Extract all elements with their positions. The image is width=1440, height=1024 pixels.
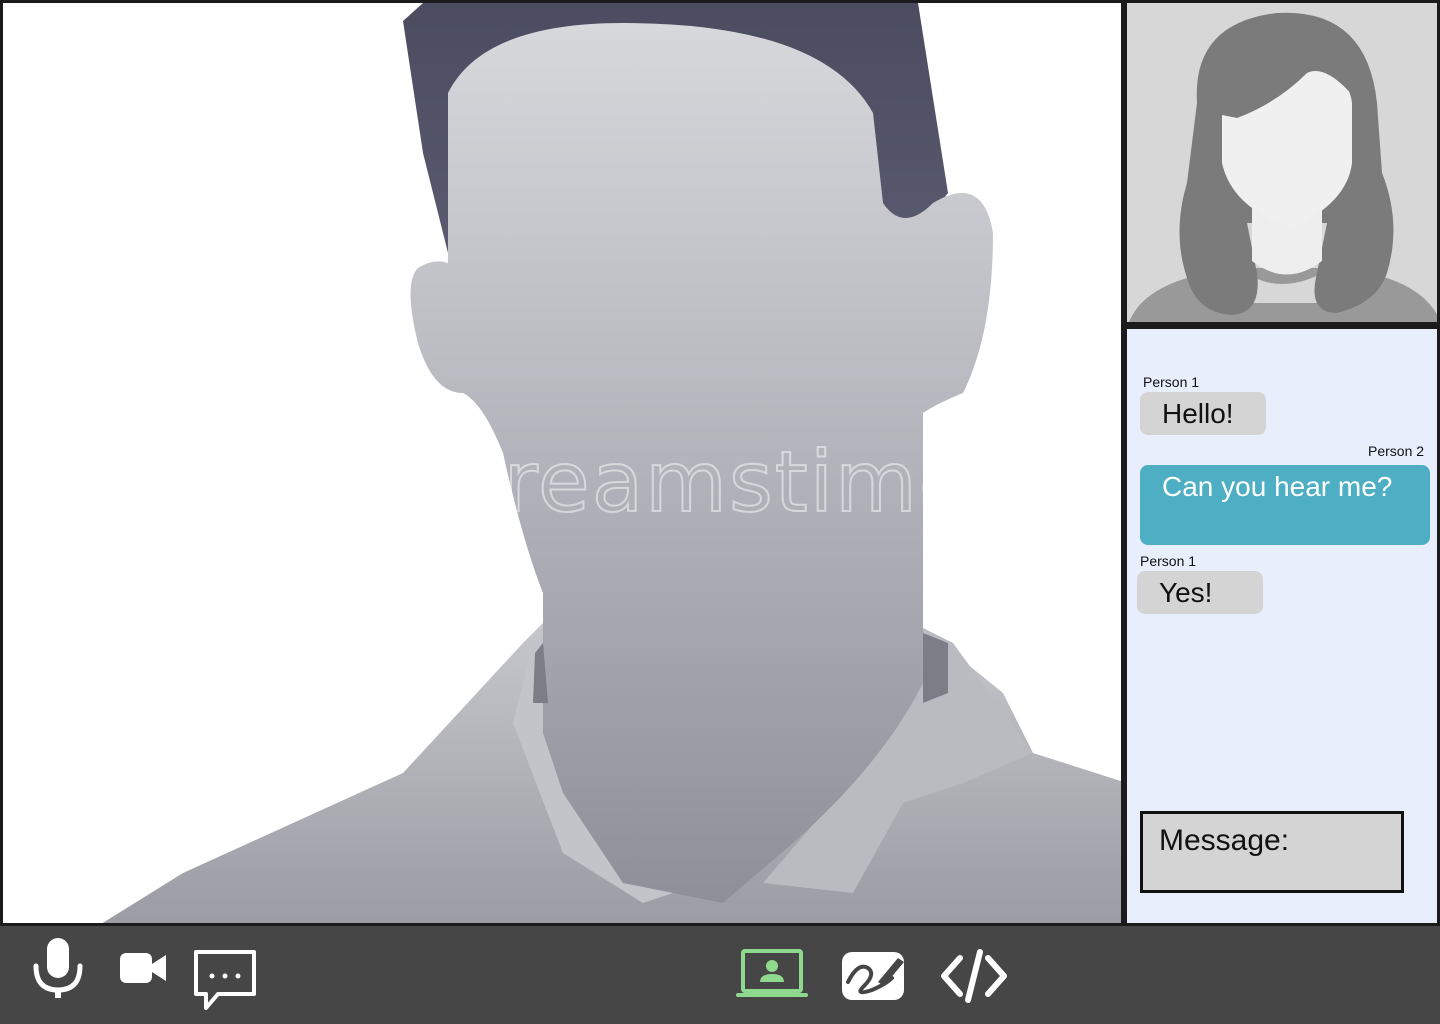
chat-message: Hello! [1140,392,1266,435]
female-avatar-silhouette [1127,12,1437,326]
message-sender: Person 2 [1368,443,1425,459]
screen-share-icon [736,949,808,997]
watermark-text: dreamstime [447,432,973,532]
chat-message: Yes! [1137,571,1263,614]
camera-button[interactable] [118,950,168,986]
code-editor-button[interactable] [940,948,1008,1004]
chat-message: Can you hear me? [1140,465,1430,545]
whiteboard-button[interactable] [840,948,906,1002]
microphone-icon [33,938,83,998]
pip-video-feed[interactable] [1124,0,1440,329]
microphone-button[interactable] [30,936,86,1002]
message-sender: Person 1 [1140,553,1197,569]
main-video-feed[interactable]: dreamstime [0,0,1124,926]
video-camera-icon [120,953,166,983]
message-sender: Person 1 [1143,374,1200,390]
chat-bubble-icon [194,950,256,1010]
code-icon [941,949,1007,1003]
message-input[interactable]: Message: [1140,811,1404,893]
whiteboard-icon [842,952,904,1000]
screen-share-button[interactable] [736,948,808,1000]
chat-toggle-button[interactable] [192,948,258,1012]
